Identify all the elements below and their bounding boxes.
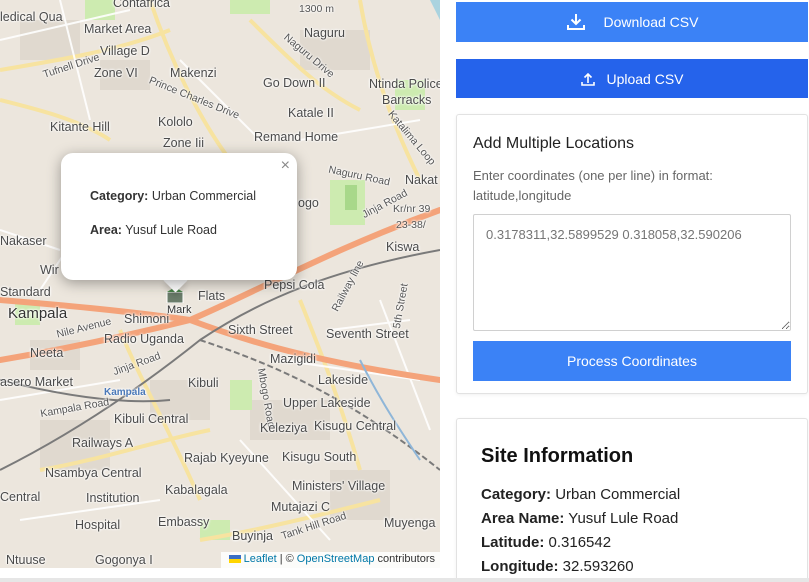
map-label: Katale II — [288, 106, 334, 120]
bottom-divider — [0, 578, 809, 582]
add-multiple-title: Add Multiple Locations — [473, 135, 634, 152]
map-label: Railways A — [72, 436, 134, 450]
map-label: Zone VI — [94, 66, 138, 80]
site-latitude-row: Latitude: 0.316542 — [481, 533, 783, 552]
map-label: 23-38/ — [396, 219, 426, 231]
map-label: Seventh Street — [326, 327, 409, 341]
site-category-label: Category: — [481, 486, 552, 503]
popup-area-row: Area: Yusuf Lule Road — [90, 223, 297, 237]
close-icon[interactable]: × — [281, 157, 290, 175]
download-csv-button[interactable]: Download CSV — [456, 2, 808, 42]
map-label: Kisugu Central — [314, 419, 396, 433]
map-label: Shimoni — [124, 312, 170, 326]
map-label: Ministers' Village — [292, 479, 386, 493]
map-label: 1300 m — [299, 3, 335, 15]
site-area-row: Area Name: Yusuf Lule Road — [481, 509, 783, 528]
popup-area-value: Yusuf Lule Road — [125, 223, 217, 237]
map-label: Muyenga — [384, 516, 436, 530]
map-label: Central — [0, 490, 41, 504]
upload-csv-button[interactable]: Upload CSV — [456, 59, 808, 98]
map-label: Radio Uganda — [104, 332, 184, 346]
map-label: Kisugu South — [282, 450, 357, 464]
site-category-row: Category: Urban Commercial — [481, 485, 783, 504]
map-label: Neeta — [30, 346, 64, 360]
map-label: Flats — [198, 289, 226, 303]
map-popup: × Category: Urban Commercial Area: Yusuf… — [61, 153, 297, 280]
map-label: Institution — [86, 491, 140, 505]
map-label: asero Market — [0, 375, 73, 389]
map-label: Mutajazi C — [271, 500, 331, 514]
map-label: Zone Iii — [163, 136, 204, 150]
site-longitude-value: 32.593260 — [562, 558, 634, 575]
site-latitude-label: Latitude: — [481, 534, 545, 551]
coordinates-textarea[interactable] — [473, 214, 791, 331]
map-label: Makenzi — [170, 66, 217, 80]
site-longitude-label: Longitude: — [481, 558, 559, 575]
upload-icon — [580, 71, 596, 87]
site-category-value: Urban Commercial — [555, 486, 681, 503]
map-label: Remand Home — [254, 130, 339, 144]
ukraine-flag-icon — [228, 555, 241, 563]
map-label: ogo — [298, 196, 319, 210]
map-label: Naguru — [304, 26, 345, 40]
popup-category-row: Category: Urban Commercial — [90, 189, 297, 203]
map-label: Ntuuse — [6, 553, 46, 567]
popup-category-label: Category: — [90, 189, 149, 203]
map-label: Kampala — [104, 387, 146, 398]
coordinates-hint: Enter coordinates (one per line) in form… — [473, 168, 713, 203]
map-label: Kibuli Central — [114, 412, 189, 426]
download-csv-label: Download CSV — [603, 14, 699, 30]
map-label: ledical Qua — [0, 10, 63, 24]
attribution-separator: | © — [279, 553, 294, 565]
map-label: Nakat — [405, 173, 438, 187]
upload-csv-label: Upload CSV — [606, 70, 684, 87]
map-label: Nakaser — [0, 234, 47, 248]
site-information-card: Site Information Category: Urban Commerc… — [456, 418, 808, 582]
map-label: Contafrica — [113, 0, 170, 10]
map-label: Lakeside — [318, 373, 369, 387]
map-label: Barracks — [382, 93, 432, 107]
map-view[interactable]: ledical Qua Contafrica 1300 m Naguru Mar… — [0, 0, 440, 568]
download-icon — [566, 12, 586, 32]
popup-area-label: Area: — [90, 223, 122, 237]
map-label: Kololo — [158, 115, 193, 129]
map-label: Village D — [100, 44, 150, 58]
map-label: Kitante Hill — [50, 120, 110, 134]
map-label: Kibuli — [188, 376, 219, 390]
map-label: Buyinja — [232, 529, 273, 543]
map-label: Kr/nr 39 — [393, 203, 431, 215]
map-label: Rajab Kyeyune — [184, 451, 269, 465]
map-label: Upper Lakeside — [283, 396, 371, 410]
site-latitude-value: 0.316542 — [548, 534, 612, 551]
add-multiple-locations-card: Add Multiple Locations Enter coordinates… — [456, 114, 808, 394]
map-label: Go Down II — [263, 76, 326, 90]
map-label: Keleziya — [260, 421, 308, 435]
map-label: Hospital — [75, 518, 121, 532]
map-label: Wir — [40, 263, 59, 277]
map-label: Market Area — [84, 22, 152, 36]
map-label: Sixth Street — [228, 323, 293, 337]
site-longitude-row: Longitude: 32.593260 — [481, 557, 783, 576]
map-label: Ntinda Police — [369, 77, 440, 91]
marker-label: Mark — [167, 304, 192, 316]
map-label: Kabalagala — [165, 483, 228, 497]
map-label: Gogonya I — [95, 553, 153, 567]
map-label: Pepsi Cola — [264, 278, 325, 292]
map-label: Nsambya Central — [45, 466, 142, 480]
map-attribution: Leaflet | © OpenStreetMap contributors — [220, 552, 440, 568]
process-coordinates-button[interactable]: Process Coordinates — [473, 341, 791, 381]
map-label: Standard — [0, 285, 51, 299]
site-information-title: Site Information — [481, 445, 634, 467]
map-label: Kiswa — [386, 240, 420, 254]
popup-category-value: Urban Commercial — [151, 189, 257, 203]
map-label: Embassy — [158, 515, 210, 529]
map-label: Mazigidi — [270, 352, 316, 366]
map-label: Kampala — [8, 305, 68, 322]
attribution-contributors: contributors — [377, 553, 435, 565]
site-area-value: Yusuf Lule Road — [568, 510, 679, 527]
site-area-label: Area Name: — [481, 510, 565, 527]
openstreetmap-link[interactable]: OpenStreetMap — [297, 553, 375, 565]
leaflet-link[interactable]: Leaflet — [244, 553, 277, 565]
